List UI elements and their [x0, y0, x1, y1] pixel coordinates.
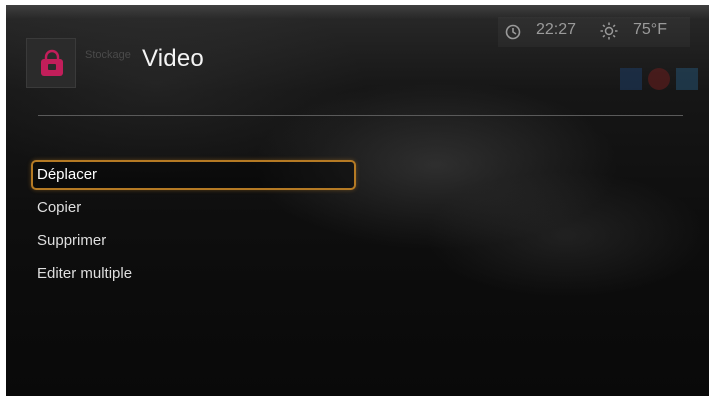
menu-item-multi-edit[interactable]: Editer multiple	[31, 259, 356, 289]
menu-item-move[interactable]: Déplacer	[31, 160, 356, 190]
clock-time: 22:27	[536, 21, 577, 38]
breadcrumb: Stockage	[85, 49, 131, 61]
media-player-screen: Stockage Video 22:27 75°F Déplacer Copie	[6, 5, 709, 396]
menu-item-delete[interactable]: Supprimer	[31, 226, 356, 256]
status-badges	[620, 68, 702, 90]
temperature: 75°F	[633, 21, 667, 38]
page-title: Video	[142, 45, 204, 72]
record-badge-icon	[648, 68, 670, 90]
menu-item-label: Supprimer	[37, 232, 107, 249]
device-badge-icon	[676, 68, 698, 90]
menu-item-label: Déplacer	[37, 166, 98, 183]
network-badge-icon	[620, 68, 642, 90]
sun-icon	[600, 22, 618, 40]
options-menu: Déplacer Copier Supprimer Editer multipl…	[31, 160, 356, 292]
menu-item-label: Copier	[37, 199, 82, 216]
header-divider	[38, 115, 683, 116]
storage-bag-icon	[41, 49, 63, 76]
clock-icon	[505, 24, 521, 40]
menu-item-copy[interactable]: Copier	[31, 193, 356, 223]
menu-item-label: Editer multiple	[37, 265, 133, 282]
app-icon	[26, 38, 76, 88]
